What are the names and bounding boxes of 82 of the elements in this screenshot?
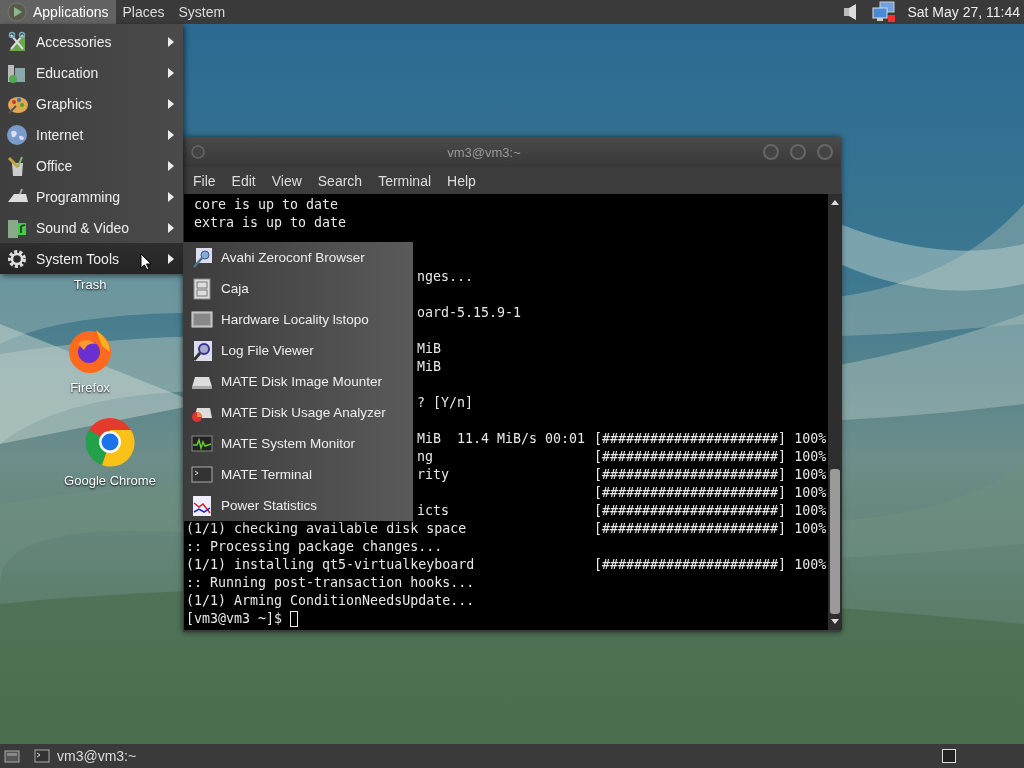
panel-menu[interactable]: System <box>171 0 233 24</box>
menu-item[interactable]: File <box>185 172 224 189</box>
terminal-line: (1/1) Arming ConditionNeedsUpdate... <box>186 593 475 608</box>
terminal-line: :: Running post-transaction hooks... <box>186 575 475 590</box>
terminal-line: extra is up to date <box>193 215 347 230</box>
terminal-line: icts <box>417 503 450 518</box>
terminal-line: MiB <box>417 341 442 356</box>
menu-item[interactable]: Avahi Zeroconf Browser <box>183 242 413 273</box>
terminal-line: MiB 11.4 MiB/s 00:01 <box>417 431 586 446</box>
menu-item[interactable]: Edit <box>223 172 264 189</box>
text-cursor <box>290 611 299 627</box>
pointer-icon <box>140 253 152 271</box>
icon-label[interactable]: Google Chrome <box>64 473 156 488</box>
window-title: vm3@vm3:~ <box>447 144 521 160</box>
submenu-arrow-icon <box>167 190 175 203</box>
menu-item[interactable]: MATE Disk Image Mounter <box>183 366 413 397</box>
terminal-line: MiB <box>417 359 442 374</box>
menu-item[interactable]: Education <box>0 57 183 88</box>
terminal-line: :: Processing package changes... <box>186 539 443 554</box>
terminal-line: ? [Y/n] <box>417 395 474 410</box>
terminal-icon <box>191 463 213 486</box>
terminal-line: (1/1) installing qt5-virtualkeyboard <box>186 557 475 572</box>
panel-menu[interactable]: Applications <box>0 0 116 24</box>
graph-icon <box>191 494 213 517</box>
submenu-arrow-icon <box>167 221 175 234</box>
progress-text: [######################] 100% <box>594 466 827 484</box>
terminal-line: rity <box>417 467 450 482</box>
menu-item[interactable]: Power Statistics <box>183 490 413 521</box>
menu-item[interactable]: Accessories <box>0 26 183 57</box>
terminal-line: ng <box>417 449 433 464</box>
cabinet-icon <box>191 277 213 300</box>
progress-text: [######################] 100% <box>594 502 827 520</box>
workspace-switcher[interactable] <box>942 749 956 763</box>
submenu-arrow-icon <box>167 252 175 265</box>
globe-icon <box>6 123 28 146</box>
menu-item[interactable]: Hardware Locality lstopo <box>183 304 413 335</box>
menu-item[interactable]: Sound & Video <box>0 212 183 243</box>
submenu-arrow-icon <box>167 66 175 79</box>
menu-item[interactable]: Search <box>309 172 371 189</box>
menu-item[interactable]: System Tools <box>0 243 183 274</box>
progress-text: [######################] 100% <box>594 430 827 448</box>
scrollbar[interactable] <box>828 194 843 630</box>
menu-item[interactable]: View <box>263 172 310 189</box>
menu-item[interactable]: Log File Viewer <box>183 335 413 366</box>
menu-item[interactable]: MATE Disk Usage Analyzer <box>183 397 413 428</box>
terminal-line: (1/1) checking available disk space <box>186 521 467 536</box>
menu-item[interactable]: Graphics <box>0 88 183 119</box>
gear-icon <box>6 247 28 270</box>
terminal-line: core is up to date <box>193 197 339 212</box>
submenu-arrow-icon <box>167 159 175 172</box>
menu-item[interactable]: Terminal <box>370 172 440 189</box>
magnifier-icon <box>191 246 213 269</box>
menu-item[interactable]: Office <box>0 150 183 181</box>
progress-text: [######################] 100% <box>594 448 827 466</box>
menu-item[interactable]: Help <box>439 172 484 189</box>
prompt: [vm3@vm3 ~]$ <box>186 610 284 628</box>
clock[interactable]: Sat May 27, 11:44 <box>905 4 1020 20</box>
taskbar-button[interactable]: vm3@vm3:~ <box>26 745 145 767</box>
progress-text: [######################] 100% <box>594 484 827 502</box>
chrome-logo-icon <box>85 417 135 467</box>
menu-item[interactable]: Internet <box>0 119 183 150</box>
terminal-line: oard-5.15.9-1 <box>417 305 522 320</box>
scroll-thumb[interactable] <box>830 469 841 614</box>
panel-menu[interactable]: Places <box>115 0 172 24</box>
terminal-line: nges... <box>417 269 474 284</box>
logo-icon <box>7 2 27 22</box>
menu-item[interactable]: MATE System Monitor <box>183 428 413 459</box>
chart-monitor-icon <box>191 432 213 455</box>
search-icon <box>191 339 213 362</box>
scissors-icon <box>6 30 28 53</box>
menu-item[interactable]: Programming <box>0 181 183 212</box>
show-desktop-icon <box>4 749 20 763</box>
terminal-icon <box>34 749 50 763</box>
network-icon <box>871 1 898 23</box>
progress-text: [######################] 100% <box>594 520 827 538</box>
screen-icon <box>191 308 213 331</box>
submenu-arrow-icon <box>167 35 175 48</box>
menu-item[interactable]: Caja <box>183 273 413 304</box>
menu-item[interactable]: MATE Terminal <box>183 459 413 490</box>
submenu-arrow-icon <box>167 97 175 110</box>
submenu-arrow-icon <box>167 128 175 141</box>
progress-text: [######################] 100% <box>594 556 827 574</box>
